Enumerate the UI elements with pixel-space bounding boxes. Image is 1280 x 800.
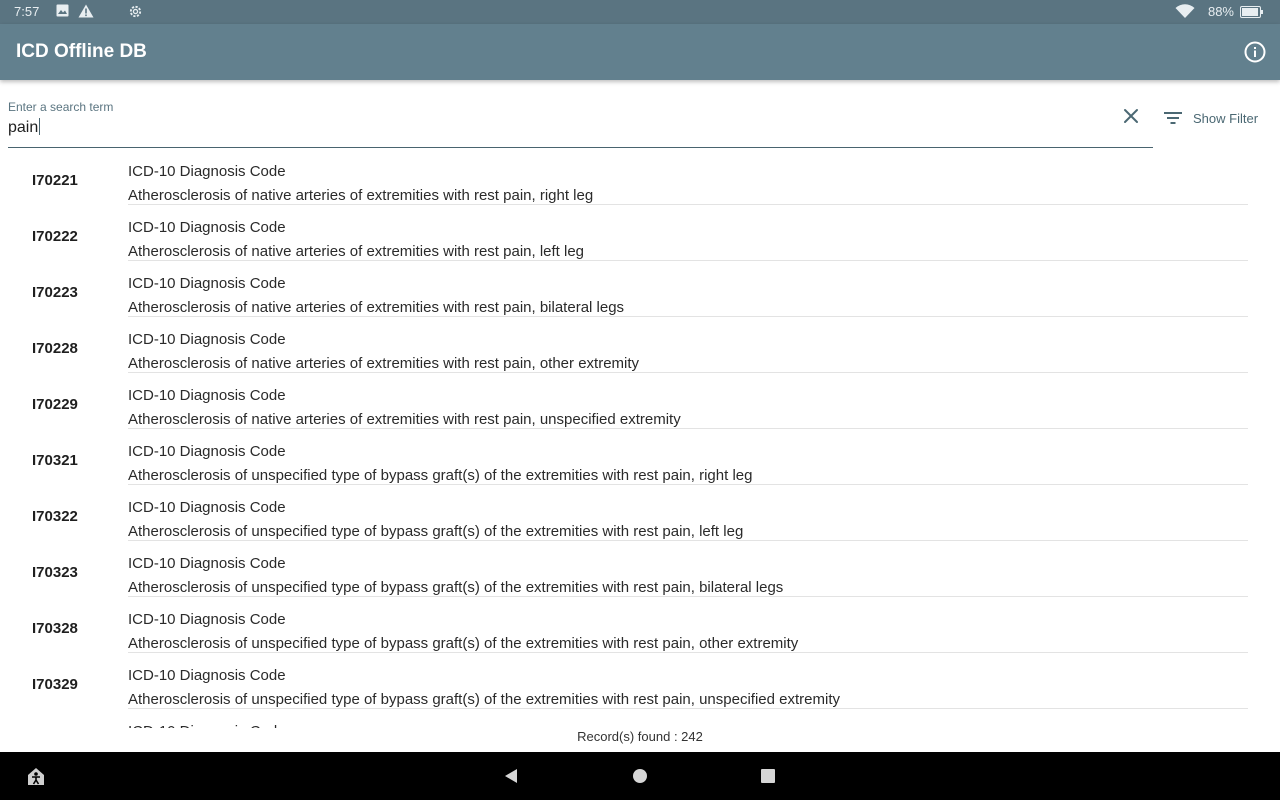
code-description: Atherosclerosis of unspecified type of b… xyxy=(128,691,840,708)
wifi-icon xyxy=(1175,4,1195,22)
row-divider xyxy=(128,204,1248,205)
row-divider xyxy=(128,484,1248,485)
accessibility-button[interactable] xyxy=(25,765,47,792)
app-bar: ICD Offline DB xyxy=(0,24,1280,80)
code-description: Atherosclerosis of native arteries of ex… xyxy=(128,187,594,204)
status-bar: 7:57 88% xyxy=(0,0,1280,24)
row-divider xyxy=(128,652,1248,653)
search-field[interactable]: Enter a search term pain xyxy=(8,96,1153,148)
icd-code: I70321 xyxy=(32,452,78,469)
image-icon xyxy=(56,4,69,20)
row-divider xyxy=(128,372,1248,373)
code-description: Atherosclerosis of native arteries of ex… xyxy=(128,243,585,260)
icd-code: I70322 xyxy=(32,508,78,525)
row-divider xyxy=(128,540,1248,541)
code-description: Atherosclerosis of native arteries of ex… xyxy=(128,299,625,316)
code-description: Atherosclerosis of native arteries of ex… xyxy=(128,355,640,372)
show-filter-button[interactable]: Show Filter xyxy=(1163,107,1258,129)
code-type: ICD-10 Diagnosis Code xyxy=(128,667,286,684)
recents-button[interactable] xyxy=(760,768,776,789)
code-description: Atherosclerosis of unspecified type of b… xyxy=(128,635,799,652)
search-label: Enter a search term xyxy=(8,100,114,114)
filter-icon xyxy=(1164,112,1182,124)
icd-code: I70228 xyxy=(32,340,78,357)
list-item[interactable]: I70329 ICD-10 Diagnosis Code Atheroscler… xyxy=(0,656,1280,712)
icd-code: I70229 xyxy=(32,396,78,413)
settings-icon xyxy=(128,4,143,22)
show-filter-label: Show Filter xyxy=(1193,110,1259,126)
list-item[interactable]: I70228 ICD-10 Diagnosis Code Atheroscler… xyxy=(0,320,1280,376)
row-divider xyxy=(128,316,1248,317)
list-item[interactable]: I70328 ICD-10 Diagnosis Code Atheroscler… xyxy=(0,600,1280,656)
code-description: Atherosclerosis of native arteries of ex… xyxy=(128,411,681,428)
icd-code: I70223 xyxy=(32,284,78,301)
home-icon xyxy=(633,769,647,783)
list-item[interactable]: I70322 ICD-10 Diagnosis Code Atheroscler… xyxy=(0,488,1280,544)
icd-code: I70328 xyxy=(32,620,78,637)
info-button[interactable] xyxy=(1244,41,1266,63)
code-description: Atherosclerosis of unspecified type of b… xyxy=(128,523,744,540)
list-item[interactable]: I70223 ICD-10 Diagnosis Code Atheroscler… xyxy=(0,264,1280,320)
records-found-count: Record(s) found : 242 xyxy=(577,729,703,744)
code-type: ICD-10 Diagnosis Code xyxy=(128,723,286,728)
icd-code: I70221 xyxy=(32,172,78,189)
row-divider xyxy=(128,260,1248,261)
search-input[interactable]: pain xyxy=(8,118,1088,137)
code-type: ICD-10 Diagnosis Code xyxy=(128,499,286,516)
app-title: ICD Offline DB xyxy=(16,41,147,62)
battery-icon xyxy=(1240,6,1264,21)
list-item[interactable]: I70229 ICD-10 Diagnosis Code Atheroscler… xyxy=(0,376,1280,432)
info-icon xyxy=(1244,41,1266,63)
warning-icon xyxy=(78,4,94,21)
list-item[interactable]: I70321 ICD-10 Diagnosis Code Atheroscler… xyxy=(0,432,1280,488)
battery-percent: 88% xyxy=(1207,4,1234,19)
home-button[interactable] xyxy=(632,768,648,789)
row-divider xyxy=(128,708,1248,709)
recents-icon xyxy=(761,769,775,783)
code-type: ICD-10 Diagnosis Code xyxy=(128,219,286,236)
close-icon xyxy=(1124,109,1138,123)
icd-code: I70329 xyxy=(32,676,78,693)
accessibility-icon xyxy=(28,768,44,785)
row-divider xyxy=(128,596,1248,597)
status-time: 7:57 xyxy=(14,4,40,19)
list-item[interactable]: I70222 ICD-10 Diagnosis Code Atheroscler… xyxy=(0,208,1280,264)
code-type: ICD-10 Diagnosis Code xyxy=(128,443,286,460)
icd-code: I70323 xyxy=(32,564,78,581)
list-item[interactable]: I70221 ICD-10 Diagnosis Code Atheroscler… xyxy=(0,152,1280,208)
back-button[interactable] xyxy=(503,768,519,789)
code-type: ICD-10 Diagnosis Code xyxy=(128,163,286,180)
list-item[interactable]: I70323 ICD-10 Diagnosis Code Atheroscler… xyxy=(0,544,1280,600)
navigation-bar xyxy=(0,752,1280,800)
results-list[interactable]: I70221 ICD-10 Diagnosis Code Atheroscler… xyxy=(0,152,1280,728)
row-divider xyxy=(128,428,1248,429)
icd-code: I70222 xyxy=(32,228,78,245)
code-type: ICD-10 Diagnosis Code xyxy=(128,387,286,404)
code-description: Atherosclerosis of unspecified type of b… xyxy=(128,467,753,484)
code-type: ICD-10 Diagnosis Code xyxy=(128,555,286,572)
code-type: ICD-10 Diagnosis Code xyxy=(128,275,286,292)
text-caret xyxy=(39,118,41,135)
code-type: ICD-10 Diagnosis Code xyxy=(128,611,286,628)
search-value: pain xyxy=(8,119,39,136)
code-type: ICD-10 Diagnosis Code xyxy=(128,331,286,348)
back-icon xyxy=(505,769,517,783)
list-item[interactable]: ICD-10 Diagnosis Code xyxy=(0,712,1280,728)
clear-search-button[interactable] xyxy=(1123,108,1139,124)
code-description: Atherosclerosis of unspecified type of b… xyxy=(128,579,784,596)
